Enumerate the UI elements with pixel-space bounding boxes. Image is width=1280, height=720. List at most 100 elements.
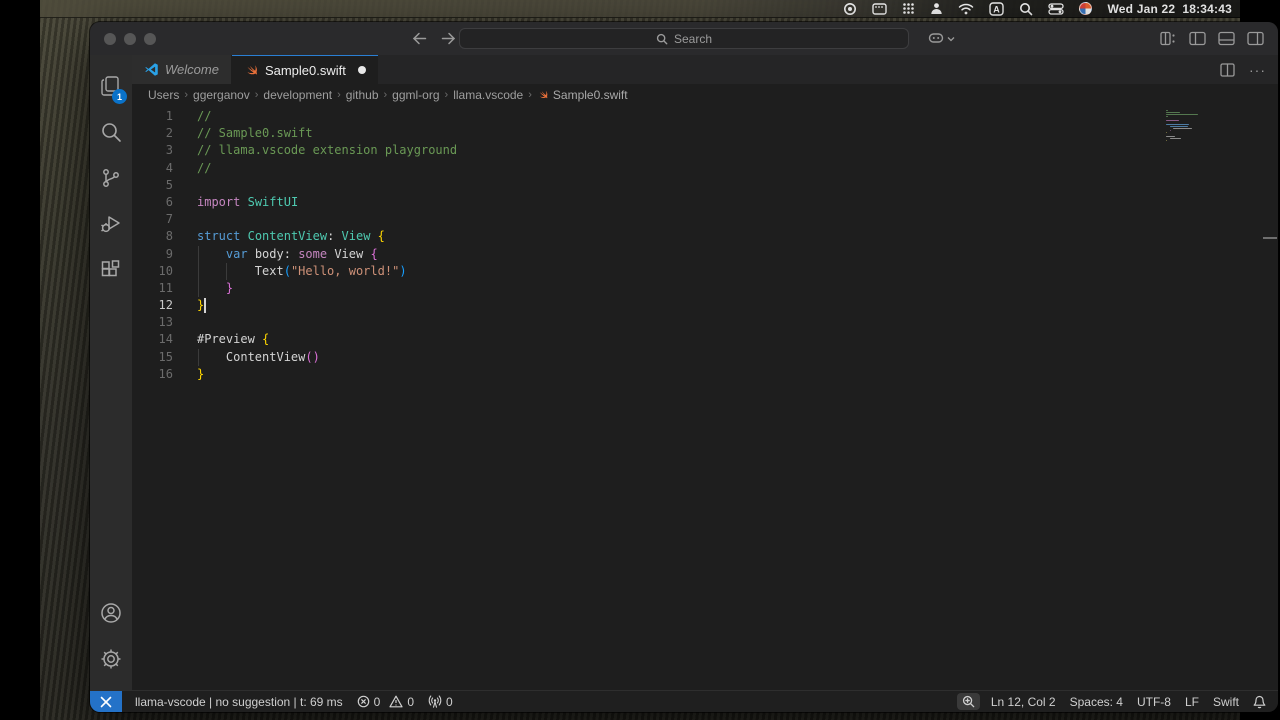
code-line[interactable]: 6import SwiftUI: [132, 194, 1278, 211]
line-number: 11: [132, 280, 197, 297]
copilot-icon: [928, 32, 944, 45]
toggle-panel-icon[interactable]: [1218, 31, 1235, 46]
code-line[interactable]: 2// Sample0.swift: [132, 125, 1278, 142]
code-lines: 1//2// Sample0.swift3// llama.vscode ext…: [132, 108, 1278, 383]
line-content: Text("Hello, world!"): [197, 263, 1278, 280]
extensions-icon[interactable]: [90, 247, 132, 293]
macos-menubar: A Wed Jan 22 18:34:43: [40, 0, 1240, 18]
encoding-status[interactable]: UTF-8: [1130, 695, 1178, 709]
eol-status[interactable]: LF: [1178, 695, 1206, 709]
breadcrumb-item[interactable]: development: [263, 88, 332, 102]
line-number: 4: [132, 160, 197, 177]
llama-vscode-status[interactable]: llama-vscode | no suggestion | t: 69 ms: [128, 691, 350, 712]
tab-sample0-swift[interactable]: Sample0.swift: [232, 55, 378, 84]
clock-app-icon[interactable]: [1079, 2, 1092, 15]
account-icon[interactable]: [90, 590, 132, 636]
remote-indicator[interactable]: [90, 691, 122, 712]
code-line[interactable]: 8struct ContentView: View {: [132, 228, 1278, 245]
split-editor-icon[interactable]: [1220, 63, 1235, 77]
line-number: 13: [132, 314, 197, 331]
menubar-clock[interactable]: Wed Jan 22 18:34:43: [1107, 2, 1232, 16]
code-line[interactable]: 9 var body: some View {: [132, 246, 1278, 263]
code-line[interactable]: 15 ContentView(): [132, 349, 1278, 366]
language-mode-status[interactable]: Swift: [1206, 695, 1246, 709]
code-line[interactable]: 10 Text("Hello, world!"): [132, 263, 1278, 280]
code-line[interactable]: 12}: [132, 297, 1278, 314]
toggle-primary-sidebar-icon[interactable]: [1189, 31, 1206, 46]
indentation-status[interactable]: Spaces: 4: [1063, 695, 1130, 709]
line-number: 15: [132, 349, 197, 366]
status-bar: llama-vscode | no suggestion | t: 69 ms …: [90, 690, 1278, 712]
customize-layout-icon[interactable]: [1160, 31, 1177, 46]
breadcrumb-file[interactable]: Sample0.swift: [537, 88, 628, 102]
line-number: 8: [132, 228, 197, 245]
code-line[interactable]: 11 }: [132, 280, 1278, 297]
breadcrumb[interactable]: Users›ggerganov›development›github›ggml-…: [132, 84, 1278, 106]
minimap[interactable]: [1166, 110, 1202, 142]
line-number: 6: [132, 194, 197, 211]
close-window-button[interactable]: [104, 33, 116, 45]
unsaved-changes-dot[interactable]: [358, 66, 366, 74]
line-content: import SwiftUI: [197, 194, 1278, 211]
indent-guide: [198, 349, 199, 366]
breadcrumb-item[interactable]: Users: [148, 88, 179, 102]
tab-welcome[interactable]: Welcome: [132, 55, 232, 84]
user-icon[interactable]: [930, 2, 943, 15]
tab-bar: Welcome Sample0.swift ···: [132, 55, 1278, 84]
line-content: #Preview {: [197, 331, 1278, 348]
run-debug-icon[interactable]: [90, 201, 132, 247]
ports-status[interactable]: 0: [421, 691, 460, 712]
copilot-menu-button[interactable]: [928, 22, 955, 55]
wifi-icon[interactable]: [958, 3, 974, 15]
breadcrumb-item[interactable]: ggml-org: [392, 88, 439, 102]
breadcrumb-separator: ›: [528, 89, 532, 101]
code-line[interactable]: 7: [132, 211, 1278, 228]
code-line[interactable]: 3// llama.vscode extension playground: [132, 142, 1278, 159]
desktop-wallpaper: A Wed Jan 22 18:34:43: [40, 0, 1240, 720]
code-line[interactable]: 5: [132, 177, 1278, 194]
zoom-window-button[interactable]: [144, 33, 156, 45]
line-content: [197, 177, 1278, 194]
editor-more-actions-icon[interactable]: ···: [1249, 62, 1266, 78]
notifications-bell-icon[interactable]: [1246, 695, 1268, 709]
line-number: 7: [132, 211, 197, 228]
window-titlebar[interactable]: Search: [90, 22, 1278, 55]
navigate-back-icon[interactable]: [412, 32, 427, 45]
command-center-search[interactable]: Search: [459, 28, 909, 49]
code-line[interactable]: 14#Preview {: [132, 331, 1278, 348]
minimize-window-button[interactable]: [124, 33, 136, 45]
app-grid-icon[interactable]: [902, 2, 915, 15]
warning-icon: [389, 695, 403, 708]
code-line[interactable]: 1//: [132, 108, 1278, 125]
code-line[interactable]: 13: [132, 314, 1278, 331]
breadcrumb-item[interactable]: llama.vscode: [453, 88, 523, 102]
navigate-forward-icon[interactable]: [441, 32, 456, 45]
breadcrumb-item[interactable]: github: [346, 88, 379, 102]
display-icon[interactable]: [872, 3, 887, 15]
line-content: //: [197, 108, 1278, 125]
line-number: 16: [132, 366, 197, 383]
tab-welcome-label: Welcome: [165, 62, 219, 77]
code-editor[interactable]: 1//2// Sample0.swift3// llama.vscode ext…: [132, 106, 1278, 690]
spotlight-search-icon[interactable]: [1019, 2, 1033, 16]
record-indicator-icon[interactable]: [843, 2, 857, 16]
search-sidebar-icon[interactable]: [90, 109, 132, 155]
cursor-position-status[interactable]: Ln 12, Col 2: [984, 695, 1063, 709]
line-content: }: [197, 280, 1278, 297]
breadcrumb-separator: ›: [384, 89, 388, 101]
breadcrumb-item[interactable]: ggerganov: [193, 88, 250, 102]
code-line[interactable]: 16}: [132, 366, 1278, 383]
control-center-icon[interactable]: [1048, 3, 1064, 15]
problems-status[interactable]: 0 0: [350, 691, 421, 712]
input-source-a-icon[interactable]: A: [989, 2, 1004, 16]
code-line[interactable]: 4//: [132, 160, 1278, 177]
screencast-zoom-button[interactable]: [957, 693, 980, 710]
line-content: // Sample0.swift: [197, 125, 1278, 142]
search-icon: [656, 33, 668, 45]
toggle-secondary-sidebar-icon[interactable]: [1247, 31, 1264, 46]
settings-gear-icon[interactable]: [90, 636, 132, 682]
source-control-icon[interactable]: [90, 155, 132, 201]
error-icon: [357, 695, 370, 708]
line-content: }: [197, 297, 1278, 314]
explorer-icon[interactable]: 1: [90, 63, 132, 109]
